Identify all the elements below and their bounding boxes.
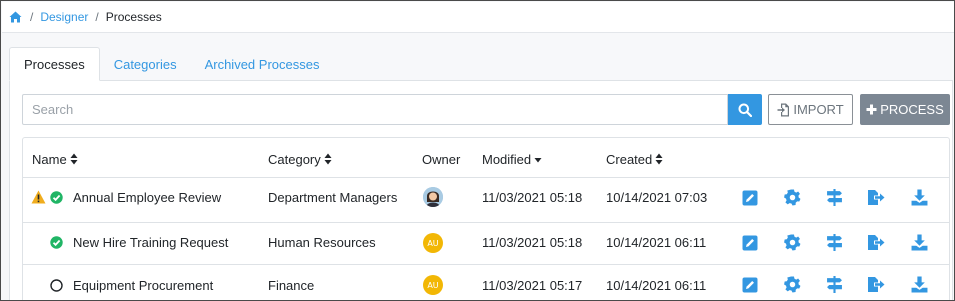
breadcrumb: / Designer / Processes (2, 2, 954, 33)
active-status-icon (49, 190, 63, 204)
search-input[interactable] (22, 94, 728, 125)
edit-icon (742, 235, 758, 250)
export-icon (868, 277, 885, 292)
edit-icon (742, 190, 758, 205)
process-category: Department Managers (268, 189, 398, 205)
gear-icon (783, 276, 800, 293)
process-category: Human Resources (268, 234, 376, 250)
process-name[interactable]: Equipment Procurement (73, 277, 213, 293)
process-created: 10/14/2021 06:11 (606, 277, 707, 293)
sort-icon (324, 153, 332, 165)
process-modified: 11/03/2021 05:18 (482, 189, 583, 205)
download-button[interactable] (910, 276, 928, 293)
export-button[interactable] (867, 189, 885, 206)
breadcrumb-separator: / (95, 10, 99, 24)
column-header-name-label: Name (32, 151, 67, 167)
active-status-icon (49, 235, 63, 249)
inactive-status-icon (49, 278, 63, 292)
column-header-created-label: Created (606, 151, 653, 167)
avatar-initials: AU (423, 233, 443, 253)
home-icon[interactable] (9, 10, 23, 24)
tab-archived-processes[interactable]: Archived Processes (191, 48, 334, 81)
import-button[interactable]: IMPORT (768, 94, 853, 125)
signpost-icon (826, 276, 842, 293)
column-header-modified[interactable]: Modified (482, 151, 542, 167)
configure-button[interactable] (825, 276, 843, 293)
edit-button[interactable] (741, 276, 759, 293)
avatar: AU (423, 275, 443, 295)
column-header-owner: Owner (422, 151, 460, 167)
sort-icon (655, 153, 663, 165)
signpost-icon (826, 234, 842, 251)
gear-icon (783, 234, 800, 251)
download-button[interactable] (910, 189, 928, 206)
sort-desc-icon (534, 158, 542, 163)
signpost-icon (826, 189, 842, 206)
export-icon (868, 235, 885, 250)
column-header-owner-label: Owner (422, 151, 461, 167)
download-icon (911, 189, 927, 206)
app-frame: / Designer / Processes Processes Categor… (0, 0, 955, 301)
process-created: 10/14/2021 06:11 (606, 234, 707, 250)
column-header-category-label: Category (268, 151, 321, 167)
column-header-created[interactable]: Created (606, 151, 663, 167)
settings-button[interactable] (783, 189, 801, 206)
add-process-button[interactable]: PROCESS (860, 94, 950, 125)
breadcrumb-current: Processes (105, 10, 162, 24)
search-icon (738, 103, 752, 117)
search-button[interactable] (728, 94, 762, 125)
row-divider (23, 222, 949, 223)
add-process-button-label: PROCESS (880, 102, 944, 117)
download-button[interactable] (910, 234, 928, 251)
tab-bar: Processes Categories Archived Processes (9, 47, 333, 81)
process-modified: 11/03/2021 05:17 (482, 277, 583, 293)
tab-categories[interactable]: Categories (100, 48, 191, 81)
export-button[interactable] (867, 234, 885, 251)
process-category: Finance (268, 277, 315, 293)
column-header-category[interactable]: Category (268, 151, 332, 167)
edit-button[interactable] (741, 234, 759, 251)
breadcrumb-designer-link[interactable]: Designer (40, 10, 88, 24)
settings-button[interactable] (783, 276, 801, 293)
import-button-label: IMPORT (793, 102, 844, 117)
edit-button[interactable] (741, 189, 759, 206)
warning-icon (31, 189, 46, 204)
tab-processes[interactable]: Processes (9, 47, 100, 81)
process-modified: 11/03/2021 05:18 (482, 234, 583, 250)
settings-button[interactable] (783, 234, 801, 251)
header-divider (23, 177, 949, 178)
process-name[interactable]: Annual Employee Review (73, 189, 221, 205)
export-button[interactable] (867, 276, 885, 293)
configure-button[interactable] (825, 189, 843, 206)
configure-button[interactable] (825, 234, 843, 251)
download-icon (911, 276, 927, 293)
sort-icon (70, 153, 78, 165)
download-icon (911, 234, 927, 251)
avatar (423, 187, 443, 207)
file-import-icon (777, 103, 790, 116)
column-header-name[interactable]: Name (32, 151, 78, 167)
edit-icon (742, 277, 758, 292)
avatar-initials: AU (423, 275, 443, 295)
process-created: 10/14/2021 07:03 (606, 189, 708, 205)
gear-icon (783, 189, 800, 206)
avatar: AU (423, 233, 443, 253)
plus-icon (866, 104, 877, 115)
row-divider (23, 264, 949, 265)
process-name[interactable]: New Hire Training Request (73, 234, 228, 250)
export-icon (868, 190, 885, 205)
breadcrumb-separator: / (30, 10, 34, 24)
column-header-modified-label: Modified (482, 151, 532, 167)
